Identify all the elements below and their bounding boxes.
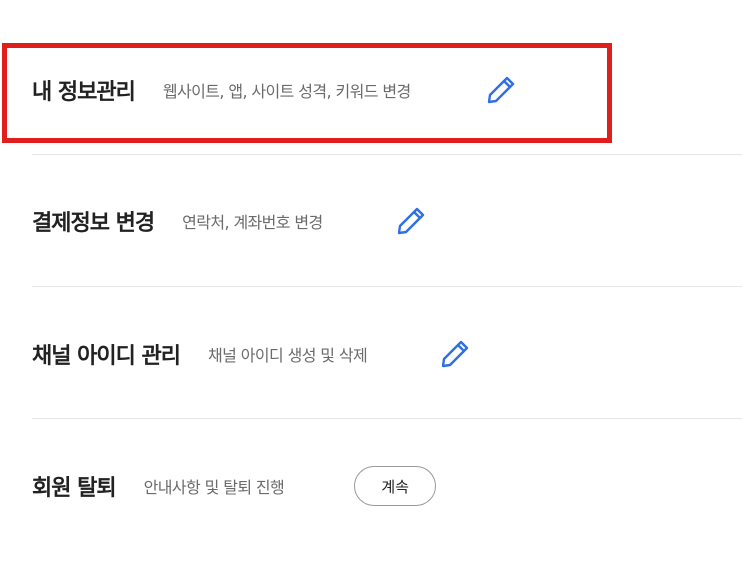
continue-button[interactable]: 계속 xyxy=(354,466,437,506)
section-withdraw: 회원 탈퇴 안내사항 및 탈퇴 진행 계속 xyxy=(32,456,742,516)
divider xyxy=(32,418,742,419)
pencil-icon xyxy=(487,76,514,104)
section-channel-id: 채널 아이디 관리 채널 아이디 생성 및 삭제 xyxy=(32,324,742,384)
section-my-info: 내 정보관리 웹사이트, 앱, 사이트 성격, 키워드 변경 xyxy=(32,60,742,120)
section-title: 채널 아이디 관리 xyxy=(32,344,181,369)
section-title: 회원 탈퇴 xyxy=(32,476,117,501)
divider xyxy=(32,154,742,155)
edit-my-info-button[interactable] xyxy=(483,72,519,108)
section-description: 연락처, 계좌번호 변경 xyxy=(182,213,323,232)
edit-payment-info-button[interactable] xyxy=(393,203,429,239)
pencil-icon xyxy=(441,340,469,368)
edit-channel-id-button[interactable] xyxy=(437,336,473,372)
section-description: 웹사이트, 앱, 사이트 성격, 키워드 변경 xyxy=(162,82,411,101)
section-title: 내 정보관리 xyxy=(32,80,136,105)
section-description: 안내사항 및 탈퇴 진행 xyxy=(143,478,285,497)
pencil-icon xyxy=(397,207,424,235)
section-payment-info: 결제정보 변경 연락처, 계좌번호 변경 xyxy=(32,191,742,251)
section-description: 채널 아이디 생성 및 삭제 xyxy=(208,346,368,365)
section-title: 결제정보 변경 xyxy=(32,211,155,236)
divider xyxy=(32,286,742,287)
